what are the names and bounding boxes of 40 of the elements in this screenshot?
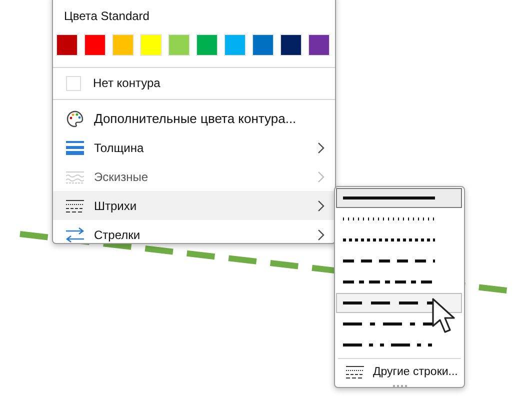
line-style-option[interactable]: [336, 188, 462, 208]
chevron-right-icon: [317, 170, 325, 182]
color-swatch[interactable]: [280, 34, 302, 56]
line-pattern-icon: [343, 238, 435, 242]
color-swatch[interactable]: [224, 34, 246, 56]
color-swatch[interactable]: [112, 34, 134, 56]
palette-icon: [66, 110, 84, 128]
line-pattern-icon: [343, 301, 435, 306]
color-swatch[interactable]: [56, 34, 78, 56]
menu-heading: Цвета Standard: [63, 8, 150, 25]
color-swatch[interactable]: [196, 34, 218, 56]
line-pattern-icon: [343, 196, 435, 200]
more-lines-item[interactable]: Другие строки...: [335, 359, 464, 386]
color-swatch[interactable]: [252, 34, 274, 56]
chevron-right-icon: [317, 200, 325, 212]
line-pattern-icon: [343, 259, 435, 264]
color-swatch[interactable]: [140, 34, 162, 56]
line-pattern-icon: [343, 322, 435, 326]
menu-item[interactable]: Штрихи: [53, 191, 335, 220]
no-outline-label[interactable]: Нет контура: [93, 76, 160, 90]
line-pattern-icon: [343, 343, 435, 348]
color-swatch[interactable]: [308, 34, 330, 56]
chevron-right-icon: [317, 228, 325, 240]
checkbox[interactable]: [66, 76, 81, 90]
menu-item[interactable]: Толщина: [53, 133, 335, 162]
color-swatch[interactable]: [168, 34, 190, 56]
line-pattern-icon: [343, 216, 435, 221]
color-swatch[interactable]: [84, 34, 106, 56]
squiggle-lines-icon: [66, 170, 84, 184]
menu-item[interactable]: Стрелки: [53, 220, 335, 249]
line-style-option[interactable]: [336, 293, 462, 314]
mouse-cursor-icon: [432, 298, 456, 334]
line-pattern-icon: [343, 280, 435, 284]
dashed-lines-icon: [346, 365, 364, 380]
resize-grip-icon: [392, 385, 406, 388]
line-weight-icon: [66, 140, 84, 156]
arrows-icon: [66, 226, 84, 242]
menu-item[interactable]: Дополнительные цвета контура...: [53, 104, 335, 133]
chevron-right-icon: [317, 142, 325, 154]
dashed-lines-icon: [66, 198, 84, 212]
